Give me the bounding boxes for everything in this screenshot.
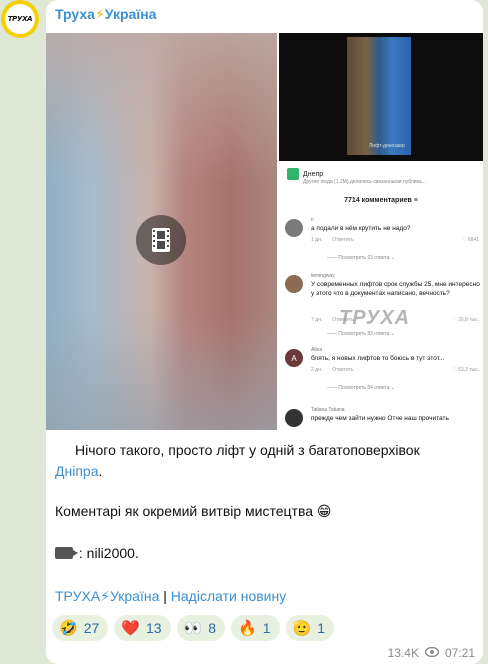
heart-icon: ❤️ — [121, 619, 140, 637]
screenshot-video-frame: Лифт-динозавр — [279, 33, 483, 161]
post-line-1-end: . — [98, 463, 103, 479]
reaction-count: 1 — [262, 620, 271, 636]
post-text: Нічого такого, просто ліфт у одній з баг… — [55, 440, 475, 482]
channel-name-prefix: Труха — [55, 6, 95, 22]
reaction-rofl[interactable]: 🤣 27 — [52, 615, 109, 641]
post-line-1: Нічого такого, просто ліфт у одній з баг… — [75, 442, 420, 458]
message-bubble: Труха⚡Україна Лифт-динозавр Днепр Другие… — [46, 0, 483, 664]
comment-user: lemingway — [311, 273, 335, 279]
reaction-salute[interactable]: 🫡 1 — [285, 615, 334, 641]
comment-item: п а подали в нём крутить не надо? 1 дн. О… — [285, 217, 483, 267]
video-thumbnail[interactable] — [46, 33, 277, 430]
credit-text: : nili2000. — [78, 545, 139, 561]
view-count: 13.4K — [387, 646, 419, 660]
reaction-count: 8 — [208, 620, 217, 636]
photo-caption: Лифт-динозавр — [369, 143, 405, 149]
message-time: 07:21 — [444, 646, 475, 660]
reaction-heart[interactable]: ❤️ 13 — [114, 615, 171, 641]
comment-meta: 1 дн. Ответить — [311, 237, 354, 243]
comment-likes: ♡ 6841 — [462, 237, 479, 243]
comment-item: Tatiana Tatiana прежде чем зайти нужно О… — [285, 407, 483, 430]
view-replies: —— Посмотреть 83 ответа ⌄ — [327, 331, 396, 337]
comment-user: п — [311, 217, 314, 223]
reaction-fire[interactable]: 🔥 1 — [231, 615, 280, 641]
location-icon — [287, 168, 299, 180]
comment-text: блять, я новых лифтов то боюсь в тут это… — [311, 355, 445, 362]
footer-links: ТРУХА⚡Україна | Надіслати новину — [55, 588, 286, 605]
comment-likes: ♡ 26,8 тыс. — [452, 317, 479, 323]
channel-link[interactable]: ТРУХА⚡Україна — [55, 588, 159, 604]
reaction-count: 1 — [317, 620, 325, 636]
city-link[interactable]: Дніпра — [55, 463, 98, 479]
comment-text: У современных лифтов срок службы 25, мне… — [311, 281, 480, 297]
reaction-count: 13 — [145, 620, 162, 636]
eye-icon — [424, 646, 440, 660]
comments-screenshot[interactable]: Лифт-динозавр Днепр Другие люди (1,2М) д… — [279, 33, 483, 430]
message-meta: 13.4K 07:21 — [388, 646, 475, 660]
separator: | — [163, 588, 167, 604]
avatar — [285, 275, 303, 293]
channel-name[interactable]: Труха⚡Україна — [55, 6, 156, 23]
view-replies: —— Посмотреть 84 ответа ⌄ — [327, 385, 396, 391]
fire-icon: 🔥 — [238, 619, 257, 637]
watermark: ТРУХА — [339, 307, 411, 329]
avatar-logo: ТРУХА — [5, 4, 35, 34]
channel-name-suffix: Україна — [104, 6, 157, 22]
reaction-eyes[interactable]: 👀 8 — [176, 615, 226, 641]
media-album: Лифт-динозавр Днепр Другие люди (1,2М) д… — [46, 33, 483, 430]
view-replies: —— Посмотреть 23 ответа ⌄ — [327, 255, 396, 261]
video-camera-icon — [55, 547, 78, 559]
location-title: Днепр — [303, 170, 324, 178]
location-subtitle: Другие люди (1,2М) делились связанными п… — [303, 179, 426, 185]
film-icon[interactable] — [136, 215, 186, 265]
avatar — [285, 219, 303, 237]
post-line-2: Коментарі як окремий витвір мистецтва 😁 — [55, 503, 332, 519]
salute-icon: 🫡 — [292, 619, 312, 637]
comment-user: Alina — [311, 347, 323, 353]
comment-item: A Alina блять, я новых лифтов то боюсь в… — [285, 347, 483, 397]
comment-likes: ♡ 53,3 тыс. — [452, 367, 479, 373]
comments-count: 7714 комментариев ≡ — [344, 197, 418, 204]
avatar — [285, 409, 303, 427]
comment-text: прежде чем зайти нужно Отче наш прочитат… — [311, 415, 449, 422]
post-line-3: : nili2000. — [55, 545, 139, 561]
channel-avatar[interactable]: ТРУХА — [1, 0, 39, 38]
reaction-count: 27 — [83, 620, 100, 636]
comment-text: а подали в нём крутить не надо? — [311, 225, 411, 232]
elevator-photo — [347, 37, 411, 155]
rofl-icon: 🤣 — [59, 619, 78, 637]
lightning-icon: ⚡ — [94, 6, 105, 22]
comment-meta: 2 дн. Ответить — [311, 367, 354, 373]
avatar: A — [285, 349, 303, 367]
submit-news-link[interactable]: Надіслати новину — [171, 588, 286, 604]
reactions-bar: 🤣 27 ❤️ 13 👀 8 🔥 1 🫡 1 — [52, 615, 334, 641]
eyes-icon: 👀 — [183, 619, 203, 637]
comment-user: Tatiana Tatiana — [311, 407, 345, 413]
comments-sheet: Днепр Другие люди (1,2М) делились связан… — [279, 161, 483, 430]
